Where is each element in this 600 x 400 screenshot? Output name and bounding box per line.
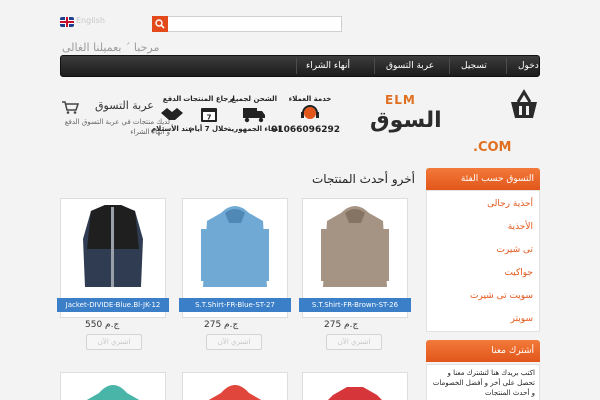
hoodie-icon bbox=[201, 206, 269, 287]
buy-button-label: اشتري الآن bbox=[217, 338, 251, 346]
buy-button-label: اشتري الآن bbox=[337, 338, 371, 346]
subscribe-heading-label: أشترك معنا bbox=[491, 346, 534, 356]
nav-login[interactable]: دخول bbox=[518, 56, 539, 76]
subscribe-text: اكتب بريدك هنا لتشترك معنا و تحصل على أخ… bbox=[426, 364, 540, 400]
welcome-message: مرحبا ´ بعميلنا الغالى bbox=[62, 41, 160, 54]
category-heading-label: التسوق حسب الفئة bbox=[460, 174, 534, 184]
search-button[interactable] bbox=[152, 16, 168, 32]
nav-divider bbox=[374, 58, 375, 74]
nav-register[interactable]: تسجيل bbox=[461, 56, 487, 76]
basket-logo-icon bbox=[511, 89, 537, 118]
product-image[interactable] bbox=[182, 372, 288, 400]
search-icon bbox=[155, 19, 165, 29]
headset-icon bbox=[301, 105, 319, 119]
logo[interactable]: السوق bbox=[370, 108, 443, 133]
svg-text:7: 7 bbox=[207, 114, 212, 122]
hoodie-icon bbox=[321, 206, 389, 287]
logo-elm: ELM bbox=[385, 93, 416, 107]
product-image[interactable] bbox=[302, 372, 408, 400]
main-nav: دخول تسجيل عربة التسوق أنهاء الشراء bbox=[60, 55, 540, 77]
cart-icon[interactable] bbox=[61, 100, 79, 114]
cart-title[interactable]: عربة التسوق bbox=[95, 99, 154, 112]
jacket-icon bbox=[83, 205, 143, 287]
product-name-label[interactable]: S.T.Shirt-FR-Brown-ST-26 bbox=[299, 298, 411, 312]
product-image[interactable] bbox=[60, 372, 166, 400]
buy-button[interactable]: اشتري الآن bbox=[86, 334, 142, 350]
category-item[interactable]: الأحذية bbox=[508, 222, 533, 232]
hoodie-icon bbox=[86, 385, 140, 400]
nav-divider bbox=[449, 58, 450, 74]
category-item[interactable]: سويت تى شيرت bbox=[470, 291, 533, 301]
uk-flag-icon[interactable] bbox=[60, 17, 74, 27]
buy-button[interactable]: اشتري الآن bbox=[326, 334, 382, 350]
feature-customer-service: خدمة العملاء 01066096292 bbox=[271, 95, 340, 135]
buy-button-label: اشتري الآن bbox=[97, 338, 131, 346]
category-item[interactable]: أحذية رجالى bbox=[487, 199, 533, 209]
product-name-label[interactable]: Jacket-DIVIDE-Blue.Bl-JK-12 bbox=[57, 298, 169, 312]
handshake-icon bbox=[161, 108, 183, 120]
logo-domain: .COM bbox=[473, 140, 512, 155]
language-selector[interactable]: English bbox=[76, 16, 105, 25]
feature-payment: الدفع عند الأستلام bbox=[151, 95, 193, 133]
nav-cart[interactable]: عربة التسوق bbox=[386, 56, 434, 76]
subscribe-heading: أشترك معنا bbox=[426, 340, 540, 362]
category-item[interactable]: سويتر bbox=[511, 314, 533, 324]
nav-divider bbox=[506, 58, 507, 74]
category-list: أحذية رجالى الأحذية تى شيرت جواكيت سويت … bbox=[426, 190, 540, 332]
section-title: أخرو أحدث المنتجات bbox=[311, 172, 415, 186]
buy-button[interactable]: اشتري الآن bbox=[206, 334, 262, 350]
calendar-icon: 7 bbox=[201, 108, 217, 122]
product-price: ج.م 275 bbox=[324, 320, 359, 330]
truck-icon bbox=[243, 108, 265, 123]
nav-checkout[interactable]: أنهاء الشراء bbox=[306, 56, 350, 76]
nav-divider bbox=[296, 58, 297, 74]
search-input[interactable] bbox=[152, 16, 342, 32]
category-item[interactable]: جواكيت bbox=[504, 268, 533, 278]
category-heading: التسوق حسب الفئة bbox=[426, 168, 540, 190]
hoodie-icon bbox=[208, 385, 262, 400]
product-price: ج.م 275 bbox=[204, 320, 239, 330]
sweater-icon bbox=[328, 387, 382, 400]
product-price: ج.م 550 bbox=[85, 320, 120, 330]
category-item[interactable]: تى شيرت bbox=[496, 245, 533, 255]
product-name-label[interactable]: S.T.Shirt-FR-Blue-ST-27 bbox=[179, 298, 291, 312]
